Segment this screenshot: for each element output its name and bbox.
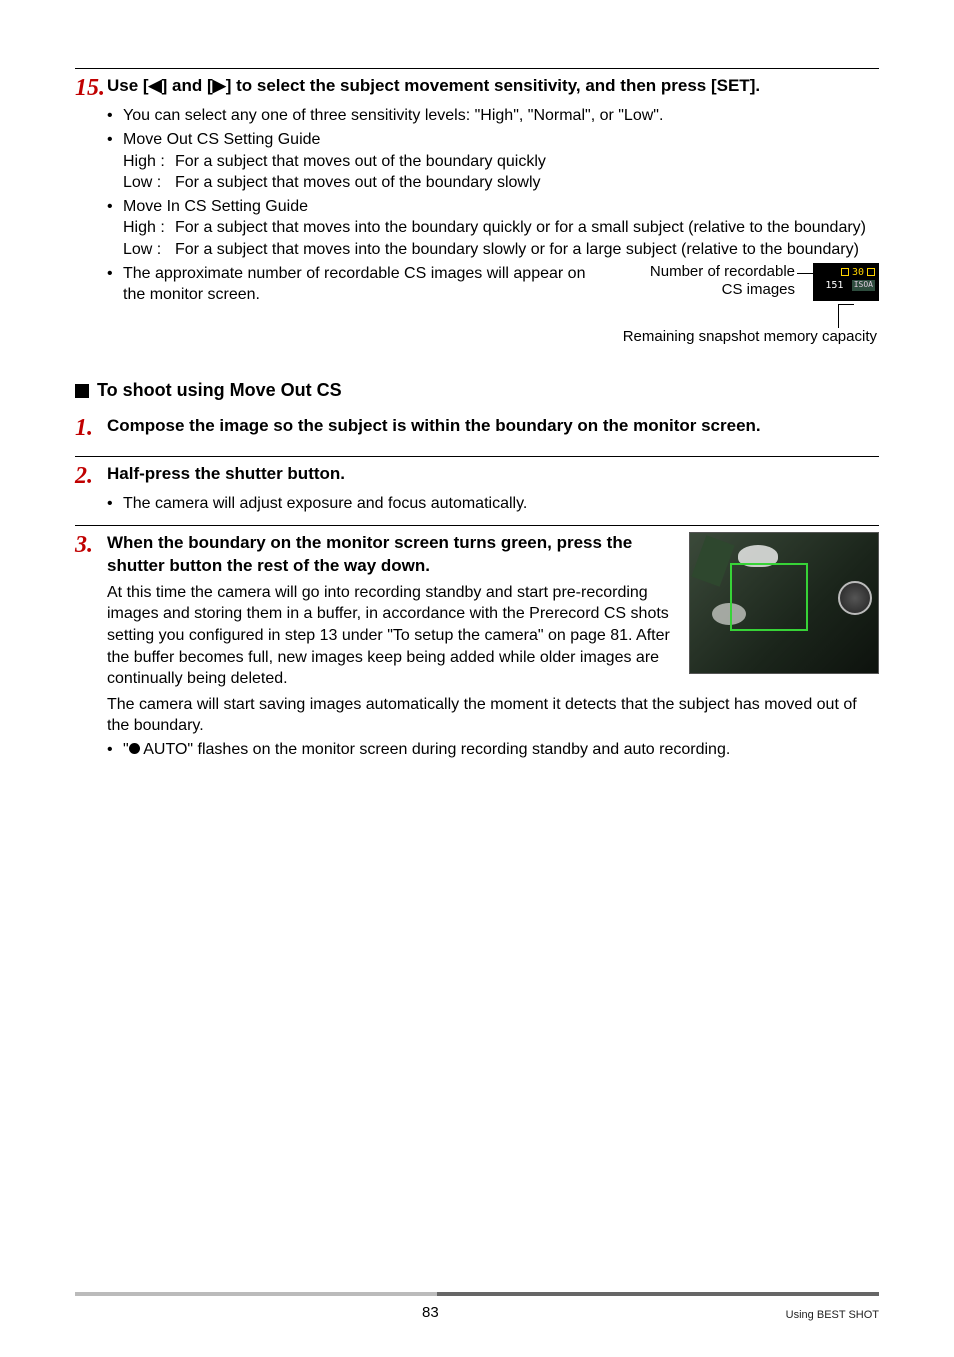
label-high: High :	[123, 151, 175, 173]
text-low: For a subject that moves into the bounda…	[175, 239, 859, 261]
callout-recordable-label: Number of recordable CS images	[650, 263, 795, 299]
monitor-corner-sample: 30 151 ISOA	[813, 263, 879, 301]
step-15: 15. Use [◀] and [▶] to select the subjec…	[75, 75, 879, 101]
step-heading: When the boundary on the monitor screen …	[107, 532, 675, 578]
step-15-body: You can select any one of three sensitiv…	[107, 105, 879, 346]
page-footer: 83 Using BEST SHOT	[75, 1292, 879, 1321]
camera-monitor-illustration	[689, 532, 879, 674]
text-high: For a subject that moves into the bounda…	[175, 217, 866, 239]
boundary-box-icon	[730, 563, 808, 631]
value-30: 30	[852, 266, 864, 280]
move-out-low: Low : For a subject that moves out of th…	[123, 172, 879, 194]
footer-bar	[75, 1292, 879, 1296]
bullet-auto-exposure: The camera will adjust exposure and focu…	[107, 493, 879, 515]
dial-icon	[838, 581, 872, 615]
square-bullet-icon	[75, 384, 89, 398]
leaf-shape	[691, 535, 734, 587]
page-number: 83	[75, 1304, 786, 1321]
step-heading: Half-press the shutter button.	[107, 463, 345, 486]
move-in-guide-title: Move In CS Setting Guide	[123, 198, 308, 215]
step-number: 1.	[75, 415, 107, 441]
move-out-guide-title: Move Out CS Setting Guide	[123, 131, 320, 148]
bullet-auto-flash: " AUTO" flashes on the monitor screen du…	[107, 739, 879, 761]
bullet-move-out-guide: Move Out CS Setting Guide High : For a s…	[107, 129, 879, 194]
approx-recordable-text: The approximate number of recordable CS …	[123, 263, 607, 306]
remaining-label: Remaining snapshot memory capacity	[107, 328, 877, 347]
text-high: For a subject that moves out of the boun…	[175, 151, 546, 173]
bullet-approx-recordable: The approximate number of recordable CS …	[107, 263, 879, 306]
move-out-high: High : For a subject that moves out of t…	[123, 151, 879, 173]
callout-recordable-cs: Number of recordable CS images	[625, 263, 795, 301]
step-3: 3. When the boundary on the monitor scre…	[75, 532, 879, 690]
text-low: For a subject that moves out of the boun…	[175, 172, 541, 194]
rule	[75, 456, 879, 457]
step-number: 15.	[75, 75, 107, 101]
quote-open: "	[123, 741, 129, 758]
step-1: 1. Compose the image so the subject is w…	[75, 415, 879, 441]
rule	[75, 525, 879, 526]
label-high: High :	[123, 217, 175, 239]
indicator-icon	[867, 268, 875, 276]
leader-line	[838, 304, 839, 328]
box-icon	[841, 268, 849, 276]
leader-line	[797, 273, 813, 274]
callout-remaining-memory: Remaining snapshot memory capacity	[107, 328, 879, 347]
label-low: Low :	[123, 172, 175, 194]
bullet-sensitivity-levels: You can select any one of three sensitiv…	[107, 105, 879, 127]
move-in-low: Low : For a subject that moves into the …	[123, 239, 879, 261]
auto-flash-text: AUTO" flashes on the monitor screen duri…	[140, 741, 731, 758]
record-dot-icon	[129, 743, 140, 754]
step-2: 2. Half-press the shutter button.	[75, 463, 879, 489]
rule	[75, 68, 879, 69]
step-3-para-2: The camera will start saving images auto…	[107, 694, 879, 737]
step-number: 2.	[75, 463, 107, 489]
step-3-para-1: At this time the camera will go into rec…	[107, 582, 675, 690]
label-low: Low :	[123, 239, 175, 261]
iso-tag: ISOA	[852, 280, 875, 291]
move-in-high: High : For a subject that moves into the…	[123, 217, 879, 239]
step-number: 3.	[75, 532, 107, 558]
subheading-move-out-cs: To shoot using Move Out CS	[75, 380, 879, 401]
step-3-body-cont: The camera will start saving images auto…	[107, 694, 879, 761]
value-151: 151	[825, 279, 843, 293]
section-name: Using BEST SHOT	[786, 1309, 879, 1321]
step-2-body: The camera will adjust exposure and focu…	[107, 493, 879, 515]
step-heading: Compose the image so the subject is with…	[107, 415, 761, 438]
bullet-move-in-guide: Move In CS Setting Guide High : For a su…	[107, 196, 879, 261]
subheading-text: To shoot using Move Out CS	[97, 380, 342, 401]
step-heading: Use [◀] and [▶] to select the subject mo…	[107, 75, 760, 98]
